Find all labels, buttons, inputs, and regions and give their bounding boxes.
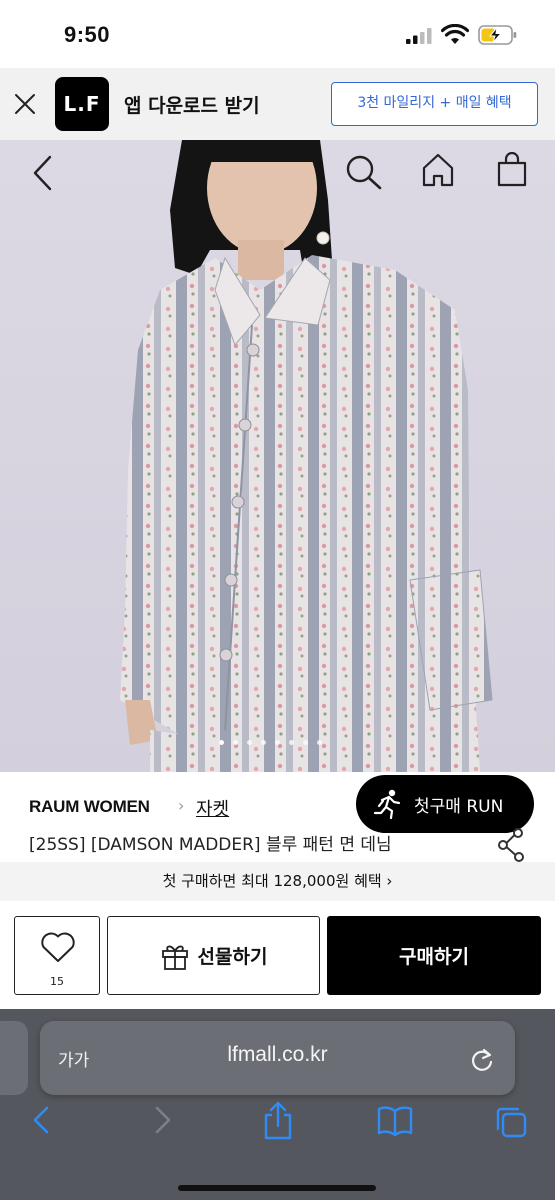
search-icon[interactable]	[343, 153, 385, 193]
back-icon[interactable]	[30, 154, 56, 192]
reload-icon[interactable]	[470, 1047, 494, 1073]
like-count: 15	[50, 975, 64, 988]
buy-button[interactable]: 구매하기	[327, 916, 541, 995]
like-button[interactable]: 15	[14, 916, 100, 995]
gift-icon	[161, 945, 188, 970]
first-purchase-run-button[interactable]: 첫구매 RUN	[356, 775, 534, 833]
product-photo	[120, 140, 493, 772]
carousel-dot[interactable]	[289, 740, 294, 745]
carousel-dot[interactable]	[275, 740, 280, 745]
heart-icon	[41, 932, 75, 962]
carousel-dot[interactable]	[247, 740, 252, 745]
cellular-signal-icon	[406, 28, 432, 44]
product-info: RAUM WOMEN › 자켓 [25SS] [DAMSON MADDER] 블…	[0, 772, 555, 862]
carousel-dot[interactable]	[233, 740, 238, 745]
address-bar[interactable]: 가가 lfmall.co.kr	[40, 1021, 515, 1095]
status-bar: 9:50	[0, 0, 555, 68]
breadcrumb-separator: ›	[178, 796, 185, 815]
close-icon[interactable]	[12, 91, 38, 117]
browser-forward-icon[interactable]	[150, 1105, 174, 1135]
tabs-icon[interactable]	[494, 1105, 528, 1139]
carousel-dot[interactable]	[261, 740, 266, 745]
run-button-label: 첫구매 RUN	[414, 796, 504, 817]
previous-tab-preview[interactable]	[0, 1021, 28, 1095]
running-person-icon	[373, 789, 401, 820]
product-title: [25SS] [DAMSON MADDER] 블루 패턴 면 데님	[29, 835, 392, 855]
app-download-banner: L.F 앱 다운로드 받기 3천 마일리지 + 매일 혜택	[0, 68, 555, 140]
carousel-dot[interactable]	[303, 740, 308, 745]
share-icon[interactable]	[497, 828, 527, 862]
gift-button[interactable]: 선물하기	[107, 916, 320, 995]
gift-label: 선물하기	[197, 946, 268, 968]
battery-charging-icon	[478, 25, 517, 45]
mileage-promo-button[interactable]: 3천 마일리지 + 매일 혜택	[331, 82, 538, 126]
shopping-bag-icon[interactable]	[496, 152, 528, 188]
carousel-indicator	[219, 740, 322, 745]
first-purchase-benefit-bar[interactable]: 첫 구매하면 최대 128,000원 혜택 ›	[0, 862, 555, 901]
carousel-dot[interactable]	[317, 740, 322, 745]
bookmarks-icon[interactable]	[376, 1105, 414, 1137]
home-icon[interactable]	[421, 152, 455, 188]
wifi-icon	[441, 24, 469, 44]
browser-back-icon[interactable]	[30, 1105, 54, 1135]
status-time: 9:50	[64, 22, 111, 47]
product-image-carousel[interactable]	[0, 140, 555, 772]
share-sheet-icon[interactable]	[262, 1101, 294, 1141]
home-indicator	[178, 1185, 376, 1191]
category-link[interactable]: 자켓	[196, 795, 229, 821]
carousel-dot[interactable]	[219, 740, 224, 745]
app-logo: L.F	[55, 77, 109, 131]
purchase-action-bar: 15 선물하기 구매하기	[0, 901, 555, 1009]
url-text[interactable]: lfmall.co.kr	[40, 1043, 515, 1067]
browser-toolbar: 가가 lfmall.co.kr	[0, 1009, 555, 1200]
banner-title[interactable]: 앱 다운로드 받기	[124, 91, 260, 118]
brand-name[interactable]: RAUM WOMEN	[29, 797, 150, 817]
